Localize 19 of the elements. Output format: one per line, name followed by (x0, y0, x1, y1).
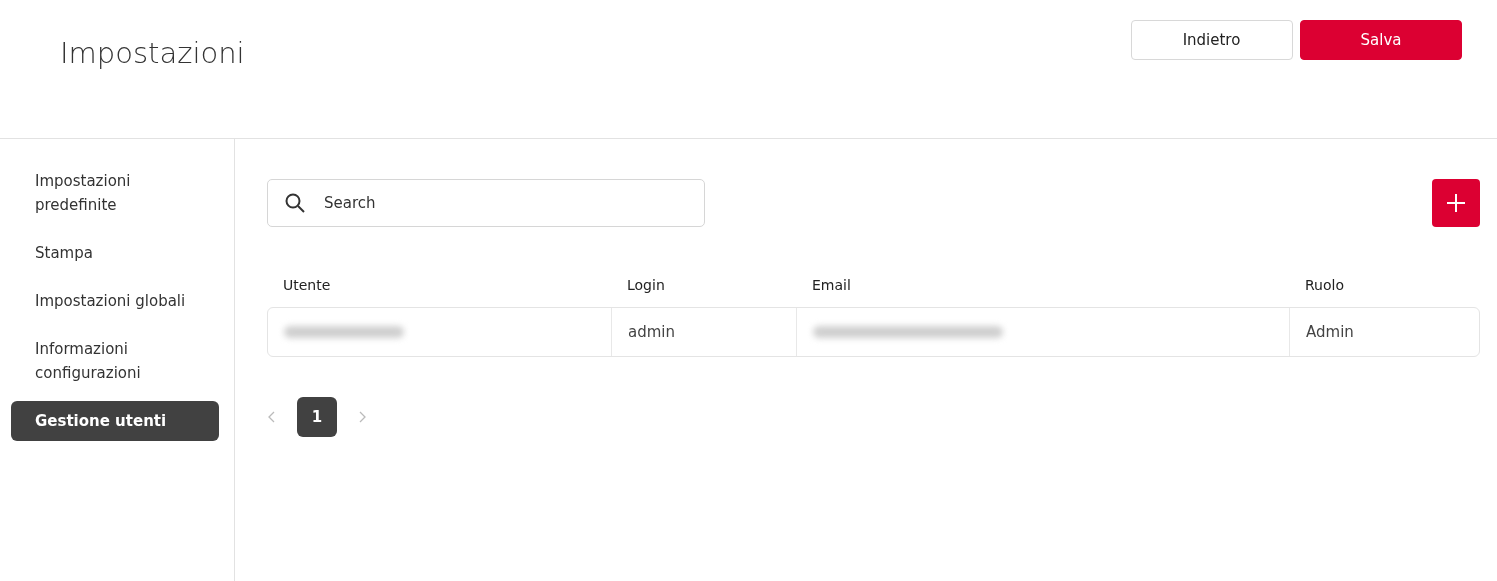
add-button[interactable] (1432, 179, 1480, 227)
column-header: Email (812, 276, 852, 295)
column-header: Login (627, 276, 666, 295)
sidebar-item[interactable]: Gestione utenti (11, 401, 219, 441)
table-cell-text: admin (628, 321, 675, 343)
back-button[interactable]: Indietro (1130, 20, 1293, 60)
column-header: Ruolo (1305, 276, 1345, 295)
search-field[interactable]: Search (267, 179, 705, 227)
search-icon (285, 193, 305, 213)
column-header: Utente (283, 276, 332, 295)
save-button[interactable]: Salva (1300, 20, 1462, 60)
table-cell-text: Admin (1306, 321, 1354, 343)
sidebar-item[interactable]: Impostazioni predefinite (11, 161, 219, 225)
page-button[interactable]: 1 (297, 397, 337, 437)
page-title: Impostazioni (60, 35, 245, 72)
sidebar-item[interactable]: Informazioni configurazioni (11, 329, 219, 393)
sidebar-item[interactable]: Impostazioni globali (11, 281, 219, 321)
sidebar-item[interactable]: Stampa (11, 233, 219, 273)
plus-icon (1446, 193, 1466, 213)
